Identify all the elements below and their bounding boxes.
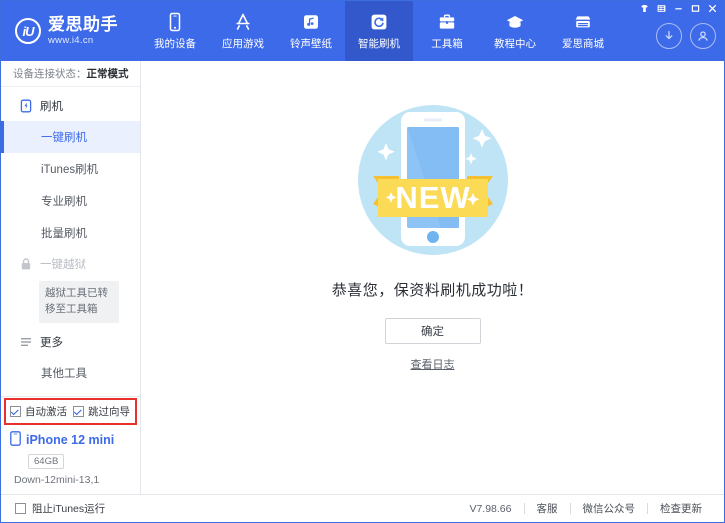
jailbreak-tooltip: 越狱工具已转移至工具箱 — [39, 281, 119, 323]
sidebar-item-label: 其他工具 — [41, 368, 87, 380]
flash-options-row: 自动激活 跳过向导 — [1, 397, 140, 426]
block-itunes-checkbox[interactable]: 阻止iTunes运行 — [15, 501, 105, 516]
checkbox-box — [10, 406, 21, 417]
nav-label: 爱思商城 — [562, 36, 604, 51]
sidebar-scroll: 刷机 一键刷机 iTunes刷机 专业刷机 批量刷机 — [1, 87, 140, 396]
svg-text:NEW: NEW — [395, 180, 470, 215]
list-icon — [19, 335, 33, 349]
titlebar: iU 爱思助手 www.i4.cn 我的设备 应用游戏 — [1, 1, 724, 61]
flash-icon — [19, 99, 33, 113]
sidebar-group-jailbreak: 一键越狱 — [1, 249, 140, 279]
window-controls — [637, 2, 720, 15]
logo-icon: iU — [15, 18, 41, 44]
lock-icon — [19, 257, 33, 271]
nav-label: 智能刷机 — [358, 36, 400, 51]
device-identifier: Down-12mini-13,1 — [14, 474, 140, 486]
block-itunes-label: 阻止iTunes运行 — [32, 501, 105, 516]
skip-setup-checkbox[interactable]: 跳过向导 — [73, 404, 130, 419]
graduation-cap-icon — [504, 11, 526, 33]
nav-label: 教程中心 — [494, 36, 536, 51]
sidebar-item-itunes-flash[interactable]: iTunes刷机 — [1, 153, 140, 185]
maximize-icon[interactable] — [688, 2, 703, 15]
nav-label: 工具箱 — [431, 36, 463, 51]
sidebar-bottom: 自动激活 跳过向导 iPhone 12 mini 64 — [1, 396, 140, 494]
connection-status-label: 设备连接状态： — [13, 66, 87, 81]
confirm-button[interactable]: 确定 — [385, 318, 481, 344]
device-connection-status: 设备连接状态：正常模式 — [1, 61, 140, 87]
device-name-row: iPhone 12 mini — [10, 431, 140, 449]
new-phone-badge-illustration: NEW — [340, 87, 526, 273]
appstore-icon — [232, 11, 254, 33]
checkbox-box — [15, 503, 26, 514]
phone-icon — [164, 11, 186, 33]
skin-icon[interactable] — [637, 2, 652, 15]
nav-label: 我的设备 — [154, 36, 196, 51]
app-window: iU 爱思助手 www.i4.cn 我的设备 应用游戏 — [0, 0, 725, 523]
sidebar-item-label: 一键刷机 — [41, 132, 87, 144]
flash-result-message: 恭喜您，保资料刷机成功啦！ — [332, 279, 534, 300]
wechat-official-link[interactable]: 微信公众号 — [571, 501, 648, 516]
app-version: V7.98.66 — [457, 503, 523, 515]
statusbar-links: V7.98.66 客服 微信公众号 检查更新 — [457, 501, 714, 516]
nav-label: 应用游戏 — [222, 36, 264, 51]
connection-status-value: 正常模式 — [87, 66, 129, 81]
statusbar: 阻止iTunes运行 V7.98.66 客服 微信公众号 检查更新 — [1, 494, 724, 522]
nav-item-ringtone-wallpaper[interactable]: 铃声壁纸 — [277, 1, 345, 61]
nav-label: 铃声壁纸 — [290, 36, 332, 51]
logo-mark-text: iU — [23, 24, 34, 39]
skip-setup-label: 跳过向导 — [88, 404, 130, 419]
sidebar-group-label: 刷机 — [40, 98, 63, 114]
sidebar-group-label: 一键越狱 — [40, 256, 86, 272]
close-icon[interactable] — [705, 2, 720, 15]
auto-activate-checkbox[interactable]: 自动激活 — [10, 404, 67, 419]
main-nav: 我的设备 应用游戏 铃声壁纸 智能刷机 — [141, 1, 617, 61]
nav-item-tutorial-center[interactable]: 教程中心 — [481, 1, 549, 61]
sidebar-item-label: 专业刷机 — [41, 196, 87, 208]
view-log-link[interactable]: 查看日志 — [411, 356, 455, 372]
phone-icon — [10, 431, 21, 449]
main-content: NEW 恭喜您，保资料刷机成功啦！ 确定 查看日志 — [141, 61, 724, 494]
device-name-text: iPhone 12 mini — [26, 433, 114, 447]
download-icon[interactable] — [656, 23, 682, 49]
sidebar-group-label: 更多 — [40, 334, 63, 350]
toolbox-icon — [436, 11, 458, 33]
brand-logo: iU 爱思助手 www.i4.cn — [1, 1, 141, 61]
sidebar-item-download-firmware[interactable]: 下载固件 — [1, 389, 140, 397]
sidebar-group-more[interactable]: 更多 — [1, 327, 140, 357]
sidebar: 设备连接状态：正常模式 刷机 一键刷机 iTunes刷机 专业刷机 — [1, 61, 141, 494]
menu-icon[interactable] — [654, 2, 669, 15]
auto-activate-label: 自动激活 — [25, 404, 67, 419]
nav-item-smart-flash[interactable]: 智能刷机 — [345, 1, 413, 61]
nav-item-store[interactable]: 爱思商城 — [549, 1, 617, 61]
checkbox-box — [73, 406, 84, 417]
nav-item-my-device[interactable]: 我的设备 — [141, 1, 209, 61]
sidebar-item-label: iTunes刷机 — [41, 164, 98, 176]
sidebar-item-other-tools[interactable]: 其他工具 — [1, 357, 140, 389]
sidebar-group-flash[interactable]: 刷机 — [1, 91, 140, 121]
refresh-icon — [368, 11, 390, 33]
sidebar-item-batch-flash[interactable]: 批量刷机 — [1, 217, 140, 249]
body-area: 设备连接状态：正常模式 刷机 一键刷机 iTunes刷机 专业刷机 — [1, 61, 724, 494]
device-capacity-badge: 64GB — [28, 454, 64, 469]
nav-item-apps-games[interactable]: 应用游戏 — [209, 1, 277, 61]
nav-item-toolbox[interactable]: 工具箱 — [413, 1, 481, 61]
sidebar-item-one-key-flash[interactable]: 一键刷机 — [1, 121, 140, 153]
brand-subtitle: www.i4.cn — [48, 36, 118, 46]
check-update-link[interactable]: 检查更新 — [648, 501, 714, 516]
music-icon — [300, 11, 322, 33]
account-icon[interactable] — [690, 23, 716, 49]
customer-service-link[interactable]: 客服 — [525, 501, 570, 516]
connected-device-info[interactable]: iPhone 12 mini 64GB Down-12mini-13,1 — [1, 426, 140, 494]
shop-icon — [572, 11, 594, 33]
sidebar-item-pro-flash[interactable]: 专业刷机 — [1, 185, 140, 217]
brand-title: 爱思助手 — [48, 16, 118, 34]
sidebar-item-label: 批量刷机 — [41, 228, 87, 240]
titlebar-actions — [656, 23, 716, 49]
minimize-icon[interactable] — [671, 2, 686, 15]
